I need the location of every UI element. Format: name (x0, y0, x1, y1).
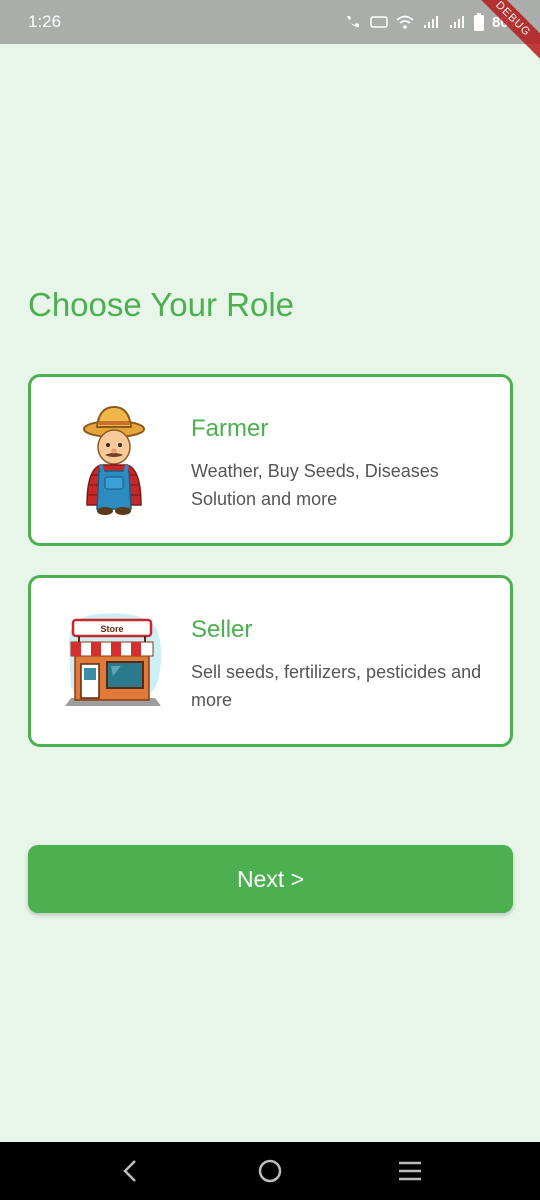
back-icon (123, 1160, 136, 1182)
battery-icon (473, 13, 484, 31)
nav-menu-button[interactable] (390, 1151, 430, 1191)
status-bar: 1:26 80% (0, 0, 540, 44)
menu-icon (399, 1161, 421, 1181)
farmer-icon (83, 405, 145, 515)
nav-home-button[interactable] (250, 1151, 290, 1191)
store-icon: Store (65, 613, 162, 706)
seller-role-card[interactable]: Store Seller Sell seeds, fertilizers, pe… (28, 575, 513, 747)
next-button[interactable]: Next > (28, 845, 513, 913)
status-icons: 80% (344, 13, 522, 31)
signal-icon (449, 16, 464, 28)
seller-role-title: Seller (191, 616, 253, 643)
farmer-role-card[interactable]: Farmer Weather, Buy Seeds, Diseases Solu… (28, 374, 513, 546)
farmer-role-title: Farmer (191, 415, 269, 442)
call-icon (346, 16, 359, 28)
page-title: Choose Your Role (28, 286, 295, 323)
status-time: 1:26 (28, 12, 62, 31)
volte-icon (370, 16, 388, 28)
nav-back-button[interactable] (110, 1151, 150, 1191)
seller-role-description: Sell seeds, fertilizers, pesticides and … (191, 662, 482, 710)
store-sign-text: Store (100, 624, 123, 634)
wifi-icon (396, 15, 414, 29)
system-nav-bar (0, 1142, 540, 1200)
farmer-role-description: Weather, Buy Seeds, Diseases Solution an… (191, 461, 439, 509)
home-icon (258, 1159, 282, 1183)
signal-icon (423, 16, 438, 28)
